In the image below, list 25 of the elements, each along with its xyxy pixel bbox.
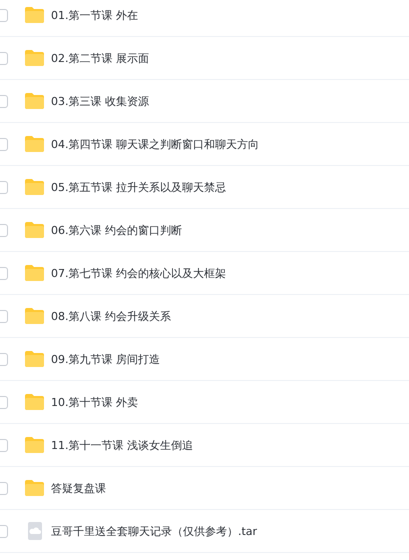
folder-icon	[24, 49, 45, 67]
folder-icon	[24, 479, 45, 497]
folder-icon	[24, 393, 45, 411]
file-name[interactable]: 09.第九节课 房间打造	[51, 352, 160, 366]
folder-icon	[24, 178, 45, 196]
folder-icon	[24, 436, 45, 454]
file-name[interactable]: 07.第七节课 约会的核心以及大框架	[51, 266, 226, 280]
file-name[interactable]: 02.第二节课 展示面	[51, 50, 149, 66]
file-name[interactable]: 06.第六课 约会的窗口判断	[51, 222, 182, 238]
folder-icon	[24, 221, 45, 239]
file-name[interactable]: 04.第四节课 聊天课之判断窗口和聊天方向	[51, 136, 259, 152]
folder-icon	[24, 92, 45, 110]
file-name[interactable]: 10.第十节课 外卖	[51, 394, 138, 410]
file-name[interactable]: 08.第八课 约会升级关系	[51, 308, 171, 324]
folder-icon	[24, 264, 45, 282]
folder-icon	[24, 307, 45, 325]
file-name[interactable]: 01.第一节课 外在	[51, 8, 138, 22]
file-name[interactable]: 答疑复盘课	[51, 480, 106, 496]
file-name[interactable]: 05.第五节课 拉升关系以及聊天禁忌	[51, 180, 226, 194]
file-name[interactable]: 豆哥千里送全套聊天记录（仅供参考）.tar	[51, 524, 258, 538]
folder-icon	[24, 350, 45, 368]
folder-icon	[24, 6, 45, 24]
folder-icon	[24, 135, 45, 153]
file-name[interactable]: 11.第十一节课 浅谈女生倒追	[51, 438, 193, 452]
file-name[interactable]: 03.第三课 收集资源	[51, 94, 149, 108]
